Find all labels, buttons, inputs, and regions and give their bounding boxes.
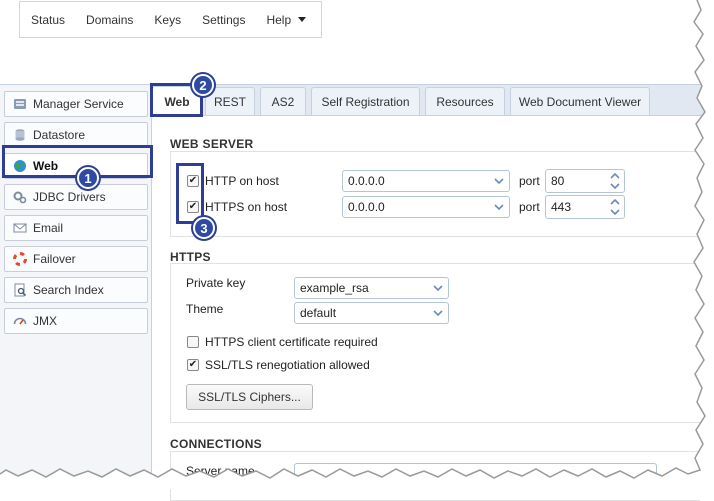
stepper-arrows[interactable] [608,197,622,217]
sidebar-item-manager-service[interactable]: Manager Service [4,91,148,117]
sidebar-item-search-index[interactable]: Search Index [4,277,148,303]
sidebar-item-label: Datastore [33,128,86,142]
theme-label: Theme [186,302,224,316]
sidebar-item-label: Web [33,159,59,173]
menu-help-label: Help [266,12,292,27]
gauge-icon [13,314,27,328]
tab-web-document-viewer[interactable]: Web Document Viewer [510,87,650,115]
sidebar-item-datastore[interactable]: Datastore [4,122,148,148]
caret-down-icon [298,17,307,22]
menu-status[interactable]: Status [31,13,65,27]
chevron-down-icon [494,204,504,211]
server-name-label: Server name [186,464,255,478]
callout-badge-1: 1 [77,167,99,189]
https-checkbox[interactable]: ✔ [187,201,199,213]
sidebar-item-email[interactable]: Email [4,215,148,241]
theme-value: default [300,306,337,320]
http-host-select[interactable]: 0.0.0.0 [342,170,510,192]
chevron-down-icon [433,310,443,317]
https-host-value: 0.0.0.0 [348,200,385,214]
sidebar-item-label: JMX [33,314,57,328]
sidebar-item-label: Failover [33,252,76,266]
lifebuoy-icon [13,252,27,266]
ssl-ciphers-button[interactable]: SSL/TLS Ciphers... [186,384,313,410]
https-port-stepper[interactable]: 443 [545,195,625,219]
web-settings-panel: WEB SERVER ✔ HTTP on host 0.0.0.0 port 8… [153,117,714,501]
renegotiation-label: SSL/TLS renegotiation allowed [205,358,370,372]
sidebar-item-jdbc-drivers[interactable]: JDBC Drivers [4,184,148,210]
http-port-stepper[interactable]: 80 [545,169,625,193]
sidebar-item-label: JDBC Drivers [33,190,106,204]
https-port-value: 443 [551,200,572,214]
menu-keys[interactable]: Keys [154,13,181,27]
sidebar-item-label: Search Index [33,283,104,297]
tab-bar: Web REST AS2 Self Registration Resources… [152,84,714,116]
chevron-down-icon [494,178,504,185]
https-host-select[interactable]: 0.0.0.0 [342,196,510,218]
tab-self-registration[interactable]: Self Registration [311,87,420,115]
menu-settings[interactable]: Settings [202,13,245,27]
database-icon [13,128,27,142]
private-key-select[interactable]: example_rsa [294,277,449,299]
client-cert-checkbox[interactable] [187,336,199,348]
web-server-section [170,151,700,237]
https-heading: HTTPS [170,250,211,264]
sidebar: Manager Service Datastore Web JDBC Drive… [0,84,152,489]
callout-badge-3: 3 [193,217,215,239]
https-port-label: port [519,200,540,214]
envelope-icon [13,221,27,235]
client-cert-label: HTTPS client certificate required [205,335,378,349]
menu-help[interactable]: Help [266,12,307,27]
gears-icon [13,190,27,204]
http-host-value: 0.0.0.0 [348,174,385,188]
private-key-value: example_rsa [300,281,369,295]
menu-domains[interactable]: Domains [86,13,133,27]
stepper-arrows[interactable] [608,171,622,191]
sidebar-item-failover[interactable]: Failover [4,246,148,272]
web-server-heading: WEB SERVER [170,137,254,151]
sidebar-item-web[interactable]: Web [4,153,148,179]
private-key-label: Private key [186,276,246,290]
http-label: HTTP on host [205,174,279,188]
http-checkbox[interactable]: ✔ [187,175,199,187]
chevron-down-icon[interactable] [608,208,622,217]
http-port-label: port [519,174,540,188]
https-label: HTTPS on host [205,200,288,214]
chevron-down-icon[interactable] [608,182,622,191]
chevron-up-icon[interactable] [608,171,622,180]
callout-badge-2: 2 [192,74,214,96]
sidebar-item-label: Email [33,221,64,235]
search-index-icon [13,283,27,297]
sidebar-item-label: Manager Service [33,97,124,111]
manager-service-icon [13,97,27,111]
tab-resources[interactable]: Resources [425,87,505,115]
top-menu-bar: Status Domains Keys Settings Help [19,1,322,38]
server-name-input[interactable] [294,463,657,485]
connections-heading: CONNECTIONS [170,437,262,451]
http-port-value: 80 [551,174,565,188]
renegotiation-checkbox[interactable]: ✔ [187,359,199,371]
theme-select[interactable]: default [294,302,449,324]
chevron-up-icon[interactable] [608,197,622,206]
globe-icon [13,159,27,173]
chevron-down-icon [433,285,443,292]
tab-rest[interactable]: REST [205,87,255,115]
sidebar-item-jmx[interactable]: JMX [4,308,148,334]
tab-as2[interactable]: AS2 [260,87,306,115]
